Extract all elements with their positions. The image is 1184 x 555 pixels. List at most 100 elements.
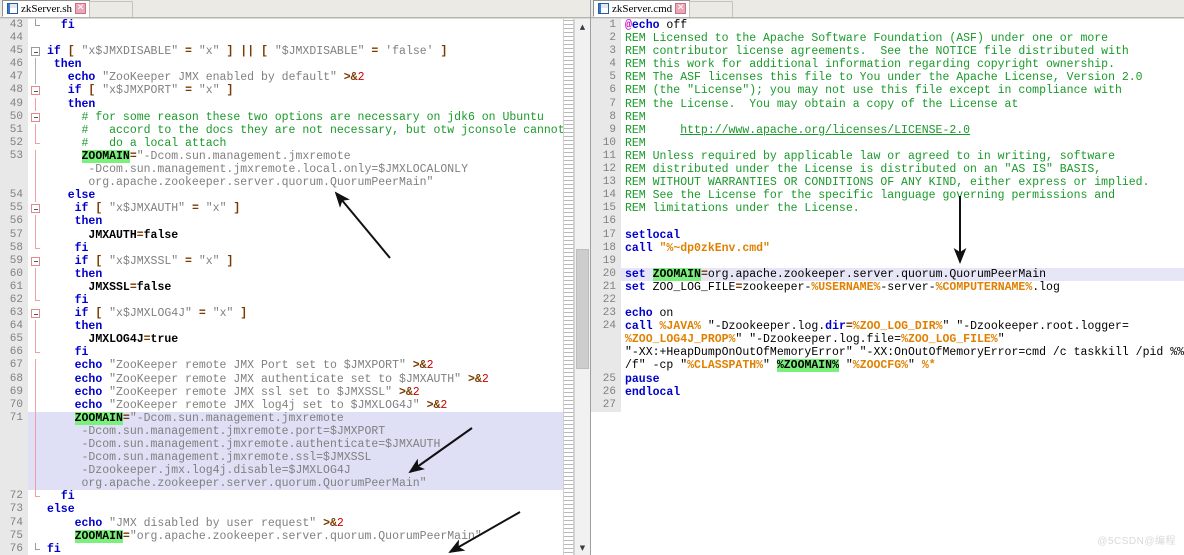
fold-marker[interactable]: [28, 97, 43, 111]
code-line[interactable]: /f" -cp "%CLASSPATH%" %ZOOMAIN% "%ZOOCFG…: [591, 359, 1184, 373]
left-vertical-scrollbar[interactable]: ▲ ▼: [574, 19, 590, 555]
code-line[interactable]: org.apache.zookeeper.server.quorum.Quoru…: [0, 477, 563, 491]
fold-marker[interactable]: [28, 359, 43, 373]
fold-marker[interactable]: [28, 189, 43, 203]
fold-marker[interactable]: [28, 490, 43, 503]
fold-marker[interactable]: [28, 464, 43, 478]
fold-marker[interactable]: [28, 255, 43, 268]
code-line[interactable]: 8 REM: [591, 110, 1184, 124]
code-line[interactable]: 14 REM See the License for the specific l…: [591, 189, 1184, 203]
code-line[interactable]: 62 fi: [0, 293, 563, 308]
fold-marker[interactable]: [28, 530, 43, 543]
fold-marker[interactable]: [28, 123, 43, 137]
fold-marker[interactable]: [28, 517, 43, 530]
scroll-up-arrow-icon[interactable]: ▲: [575, 19, 590, 34]
fold-marker[interactable]: [28, 111, 43, 124]
code-line[interactable]: -Dcom.sun.management.jmxremote.ssl=$JMXS…: [0, 451, 563, 465]
fold-marker[interactable]: [28, 202, 43, 215]
code-line[interactable]: 45 if [ "x$JMXDISABLE" = "x" ] || [ "$JMX…: [0, 45, 563, 59]
fold-marker[interactable]: [28, 398, 43, 412]
code-line[interactable]: 49 then: [0, 97, 563, 111]
code-line[interactable]: 46 then: [0, 58, 563, 72]
fold-marker[interactable]: [28, 320, 43, 334]
code-line[interactable]: 13 REM WITHOUT WARRANTIES OR CONDITIONS O…: [591, 176, 1184, 190]
code-line[interactable]: 12 REM distributed under the License is d…: [591, 163, 1184, 177]
code-line[interactable]: 18 call "%~dp0zkEnv.cmd": [591, 241, 1184, 255]
code-line[interactable]: 47 echo "ZooKeeper JMX enabled by defaul…: [0, 71, 563, 85]
scroll-down-arrow-icon[interactable]: ▼: [575, 540, 590, 555]
code-line[interactable]: 52 # do a local attach: [0, 136, 563, 150]
code-line[interactable]: 26 endlocal: [591, 385, 1184, 399]
code-line[interactable]: 56 then: [0, 215, 563, 229]
fold-marker[interactable]: [28, 267, 43, 281]
code-line[interactable]: 11 REM Unless required by applicable law …: [591, 149, 1184, 164]
code-line[interactable]: -Dzookeeper.jmx.log4j.disable=$JMXLOG4J: [0, 464, 563, 478]
code-line[interactable]: 70 echo "ZooKeeper remote JMX log4j set …: [0, 398, 563, 412]
fold-marker[interactable]: [28, 411, 43, 425]
fold-marker[interactable]: [28, 71, 43, 85]
code-line[interactable]: 21 set ZOO_LOG_FILE=zookeeper-%USERNAME%-…: [591, 280, 1184, 294]
code-line[interactable]: 43 fi: [0, 19, 563, 33]
fold-collapse-icon[interactable]: [31, 309, 40, 319]
fold-collapse-icon[interactable]: [31, 204, 40, 214]
fold-marker[interactable]: [28, 136, 43, 150]
code-line[interactable]: 73 else: [0, 503, 563, 517]
fold-marker[interactable]: [28, 32, 43, 45]
fold-marker[interactable]: [28, 372, 43, 386]
code-line[interactable]: 48 if [ "x$JMXPORT" = "x" ]: [0, 84, 563, 98]
code-line[interactable]: 58 fi: [0, 241, 563, 255]
fold-marker[interactable]: [28, 19, 43, 32]
code-line[interactable]: 44: [0, 32, 563, 46]
code-line[interactable]: 71 ZOOMAIN="-Dcom.sun.management.jmxremo…: [0, 411, 563, 425]
fold-marker[interactable]: [28, 477, 43, 491]
fold-marker[interactable]: [28, 307, 43, 320]
code-line[interactable]: org.apache.zookeeper.server.quorum.Quoru…: [0, 176, 563, 190]
code-line[interactable]: 66 fi: [0, 346, 563, 360]
code-line[interactable]: 59 if [ "x$JMXSSL" = "x" ]: [0, 254, 563, 268]
code-line[interactable]: 19: [591, 254, 1184, 268]
tab-zkserver-cmd[interactable]: zkServer.cmd ✕: [593, 0, 691, 17]
code-line[interactable]: 3 REM contributor license agreements. See…: [591, 45, 1184, 59]
left-pane-splitter-grip[interactable]: [563, 19, 574, 555]
fold-collapse-icon[interactable]: [31, 47, 40, 57]
code-line[interactable]: 17 setlocal: [591, 228, 1184, 242]
right-code-area[interactable]: 1 @echo off 2 REM Licensed to the Apache So…: [591, 19, 1184, 555]
fold-collapse-icon[interactable]: [31, 256, 40, 266]
tab-zkserver-sh[interactable]: zkServer.sh ✕: [2, 0, 91, 17]
code-line[interactable]: 23 echo on: [591, 307, 1184, 321]
fold-marker[interactable]: [28, 333, 43, 347]
fold-marker[interactable]: [28, 176, 43, 190]
fold-marker[interactable]: [28, 84, 43, 97]
code-line[interactable]: 53 ZOOMAIN="-Dcom.sun.management.jmxremo…: [0, 149, 563, 164]
code-line[interactable]: 7 REM the License. You may obtain a copy …: [591, 97, 1184, 111]
code-line[interactable]: 25 pause: [591, 372, 1184, 386]
code-line[interactable]: -Dcom.sun.management.jmxremote.local.onl…: [0, 163, 563, 177]
close-icon[interactable]: ✕: [675, 3, 687, 14]
fold-marker[interactable]: [28, 215, 43, 229]
code-line[interactable]: 74 echo "JMX disabled by user request" >…: [0, 516, 563, 530]
code-line[interactable]: 67 echo "ZooKeeper remote JMX Port set t…: [0, 359, 563, 373]
code-line[interactable]: 64 then: [0, 320, 563, 334]
code-line[interactable]: 60 then: [0, 267, 563, 281]
scroll-thumb[interactable]: [576, 249, 589, 369]
code-line[interactable]: 27: [591, 398, 1184, 412]
fold-marker[interactable]: [28, 293, 43, 307]
code-line[interactable]: 6 REM (the "License"); you may not use th…: [591, 84, 1184, 98]
code-line[interactable]: 63 if [ "x$JMXLOG4J" = "x" ]: [0, 307, 563, 321]
code-line[interactable]: 1 @echo off: [591, 19, 1184, 33]
code-line[interactable]: 76 fi: [0, 542, 563, 555]
fold-marker[interactable]: [28, 385, 43, 399]
code-line[interactable]: 68 echo "ZooKeeper remote JMX authentica…: [0, 372, 563, 386]
code-line[interactable]: 75 ZOOMAIN="org.apache.zookeeper.server.…: [0, 529, 563, 543]
code-line[interactable]: -Dcom.sun.management.jmxremote.port=$JMX…: [0, 424, 563, 438]
code-line[interactable]: 69 echo "ZooKeeper remote JMX ssl set to…: [0, 385, 563, 399]
code-line[interactable]: 16: [591, 215, 1184, 229]
code-line[interactable]: 65 JMXLOG4J=true: [0, 333, 563, 347]
code-line[interactable]: -Dcom.sun.management.jmxremote.authentic…: [0, 438, 563, 452]
code-line[interactable]: "-XX:+HeapDumpOnOutOfMemoryError" "-XX:O…: [591, 346, 1184, 360]
code-line[interactable]: 54 else: [0, 189, 563, 203]
code-line[interactable]: 10 REM: [591, 136, 1184, 150]
code-line[interactable]: 20 set ZOOMAIN=org.apache.zookeeper.serve…: [591, 267, 1184, 281]
fold-marker[interactable]: [28, 451, 43, 465]
fold-marker[interactable]: [28, 542, 43, 555]
